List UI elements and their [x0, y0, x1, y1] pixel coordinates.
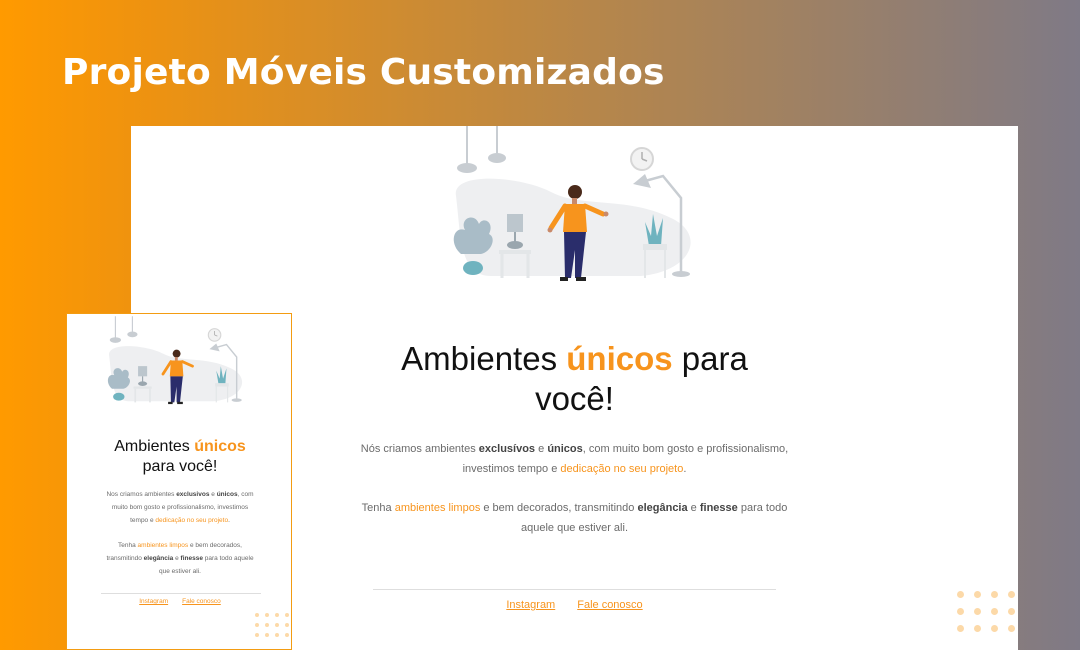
mobile-title: Ambientes únicos para você! [114, 438, 246, 475]
decorative-dots [255, 613, 289, 637]
mobile-paragraph-1: Nos criamos ambientes exclusivos e único… [106, 491, 254, 524]
table-lamp-icon [507, 214, 523, 249]
table-lamp-icon [138, 366, 148, 386]
hanging-lamp-icon [488, 153, 506, 163]
hanging-lamp-icon [109, 337, 122, 343]
contact-link[interactable]: Fale conosco [182, 598, 221, 605]
page-headline: Projeto Móveis Customizados [62, 52, 665, 93]
mobile-divider [101, 593, 261, 594]
clock-icon [207, 328, 222, 342]
instagram-link[interactable]: Instagram [506, 599, 555, 611]
decorative-dots [957, 591, 1015, 632]
mobile-paragraph-2: Tenha ambientes limpos e bem decorados, … [106, 542, 254, 575]
contact-link[interactable]: Fale conosco [577, 599, 642, 611]
hanging-lamp-icon [127, 331, 138, 338]
room-illustration [107, 316, 243, 405]
clock-icon [630, 147, 654, 171]
mobile-mockup: Ambientes únicos para você! Nos criamos … [66, 313, 292, 650]
room-illustration [453, 126, 691, 281]
hanging-lamp-icon [457, 163, 477, 173]
mobile-footer-links: Instagram Fale conosco [67, 598, 291, 605]
desktop-divider [373, 589, 776, 590]
instagram-link[interactable]: Instagram [139, 598, 168, 605]
